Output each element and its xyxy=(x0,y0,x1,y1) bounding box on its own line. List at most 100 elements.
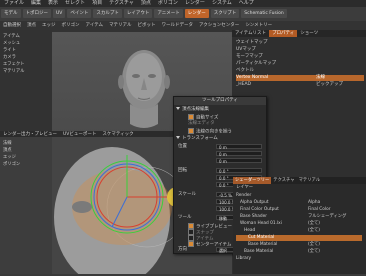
section-label: 頂点法線編集 xyxy=(182,107,209,112)
property-row[interactable]: モーフマップ xyxy=(236,54,364,60)
selection-mode-button[interactable]: エッジ xyxy=(39,21,59,30)
menu-item[interactable]: ファイル xyxy=(4,0,24,7)
shader-item-effect: (全て) xyxy=(308,249,320,254)
menu-item[interactable]: 項目 xyxy=(92,0,102,7)
property-row[interactable]: ベクトル xyxy=(236,68,364,74)
left-bottom-item[interactable]: 法線 xyxy=(0,141,52,146)
layout-tab[interactable]: UV xyxy=(53,9,66,18)
property-row[interactable]: ウェイトマップ xyxy=(236,40,364,46)
left-nav-item[interactable]: マテリアル xyxy=(0,69,52,74)
shader-tree-row[interactable]: Cut Material xyxy=(236,235,362,241)
layout-tab[interactable]: トポロジー xyxy=(22,9,51,18)
menu-item[interactable]: 頂点 xyxy=(141,0,151,7)
method-label: 方向 xyxy=(178,247,187,252)
property-name: ベクトル xyxy=(236,68,254,73)
layout-tab[interactable]: スクリプト xyxy=(210,9,240,18)
selection-mode-button[interactable]: ワールドデータ xyxy=(159,21,197,30)
menu-item[interactable]: セレクト xyxy=(65,0,85,7)
property-name: _HEAD xyxy=(236,82,252,87)
properties-tab[interactable]: プロパティ xyxy=(269,30,298,37)
menu-item[interactable]: ポリゴン xyxy=(158,0,178,7)
shader-tree-row[interactable]: Render xyxy=(236,193,362,199)
shader-item-name: Render xyxy=(236,193,252,198)
shader-filter[interactable]: レイヤー xyxy=(236,185,362,191)
left-bottom-item[interactable]: エッジ xyxy=(0,155,52,160)
property-row[interactable]: UVマップ xyxy=(236,47,364,53)
selection-mode-button[interactable]: ポリゴン xyxy=(59,21,83,30)
shader-item-name: Final Color Output xyxy=(240,207,279,212)
shader-tree-row[interactable]: Final Color Output Final Color xyxy=(236,207,362,213)
left-nav-item[interactable]: メッシュ xyxy=(0,41,52,46)
rotation-label: 回転 xyxy=(178,168,187,173)
section-header[interactable]: 頂点法線編集 xyxy=(176,107,209,113)
shader-tree-row[interactable]: Base Material (全て) xyxy=(236,249,362,255)
shader-item-name: Base Shader xyxy=(240,214,268,219)
selection-mode-button[interactable]: マテリアル xyxy=(106,21,134,30)
shader-item-name: Library xyxy=(236,256,252,261)
auto-size-checkbox[interactable]: 自動サイズ xyxy=(188,114,219,121)
label: 法線エディタ xyxy=(188,121,215,126)
left-bottom-item[interactable]: ポリゴン xyxy=(0,162,52,167)
left-nav-item[interactable]: カメラ xyxy=(0,55,52,60)
left-nav-item[interactable]: エフェクト xyxy=(0,62,52,67)
selection-mode-button[interactable]: アクションセンター xyxy=(196,21,242,30)
shader-tab[interactable]: テクスチャ xyxy=(271,177,296,184)
shader-item-name: Base Material xyxy=(248,242,278,247)
checkbox-icon xyxy=(188,241,194,247)
layout-tab[interactable]: レンダー xyxy=(184,9,209,18)
pos-y-field[interactable]: 0 m xyxy=(216,151,262,157)
pos-x-field[interactable]: 0 m xyxy=(216,144,262,150)
menu-item[interactable]: 表示 xyxy=(48,0,58,7)
auto-normal-field[interactable]: 法線エディタ xyxy=(188,121,215,127)
left-bottom-item[interactable]: 頂点 xyxy=(0,148,52,153)
selection-mode-button[interactable]: 頂点 xyxy=(24,21,39,30)
shader-item-name: Alpha Output xyxy=(240,200,269,205)
selection-mode-button[interactable]: シンメトリー xyxy=(242,21,275,30)
layout-tab[interactable]: スカルプト xyxy=(93,9,122,18)
menu-item[interactable]: テクスチャ xyxy=(109,0,134,7)
shader-tree-row[interactable]: Base Material (全て) xyxy=(236,242,362,248)
menu-item[interactable]: システム xyxy=(212,0,232,7)
selection-mode-button[interactable]: ピボット xyxy=(135,21,159,30)
orient-checkbox[interactable]: 法線の向きを揃う xyxy=(188,128,232,135)
selection-mode-button[interactable]: 自動選択 xyxy=(0,21,24,30)
shader-tree-row[interactable]: Alpha Output Alpha xyxy=(236,200,362,206)
property-value: 法線 xyxy=(316,75,325,80)
shader-tabs: シェーダーツリー テクスチャ マテリアル xyxy=(233,177,366,184)
left-nav-item[interactable]: ライト xyxy=(0,48,52,53)
shader-item-name: Cut Material xyxy=(248,235,275,240)
shader-tree-row[interactable]: Woman Head 01.lxi (全て) xyxy=(236,221,362,227)
expand-icon xyxy=(176,107,180,110)
dialog-title[interactable]: ツールプロパティ xyxy=(174,97,266,105)
rot-x-field[interactable]: 0.0 ° xyxy=(216,168,262,174)
shader-tree-row[interactable]: Library xyxy=(236,256,362,262)
layout-tab[interactable]: アニメート xyxy=(154,9,183,18)
properties-tab[interactable]: アイテムリスト xyxy=(232,30,269,37)
property-name: Vertex Normal xyxy=(236,75,269,80)
property-row[interactable]: パーティクルマップ xyxy=(236,61,364,67)
layout-tab[interactable]: Schematic Fusion xyxy=(241,9,287,18)
menu-item[interactable]: レンダー xyxy=(185,0,205,7)
property-row[interactable]: _HEAD ピックアップ xyxy=(236,82,364,88)
menu-item[interactable]: ヘルプ xyxy=(239,0,254,7)
property-row[interactable]: Vertex Normal 法線 xyxy=(236,75,364,81)
pos-z-field[interactable]: 0 m xyxy=(216,158,262,164)
scale-label: スケール xyxy=(178,192,196,197)
layout-tab[interactable]: ペイント xyxy=(67,9,92,18)
shader-item-effect: (全て) xyxy=(308,242,320,247)
shader-item-effect: フルシェーディング xyxy=(308,214,347,219)
transform-header[interactable]: トランスフォーム xyxy=(176,136,218,142)
properties-tab[interactable]: ショーツ xyxy=(297,30,321,37)
expand-icon xyxy=(176,136,180,139)
layout-tab[interactable]: レイアウト xyxy=(123,9,153,18)
shader-tree-row[interactable]: Head (全て) xyxy=(236,228,362,234)
position-label: 位置 xyxy=(178,144,187,149)
menu-item[interactable]: 編集 xyxy=(31,0,41,7)
layout-tab[interactable]: モデル xyxy=(1,9,21,18)
selection-mode-button[interactable]: アイテム xyxy=(83,21,107,30)
left-nav-item[interactable]: アイテム xyxy=(0,34,52,39)
shader-tab[interactable]: マテリアル xyxy=(297,177,322,184)
label: 自動サイズ xyxy=(196,115,219,121)
shader-tab[interactable]: シェーダーツリー xyxy=(233,177,272,184)
shader-tree-row[interactable]: Base Shader フルシェーディング xyxy=(236,214,362,220)
